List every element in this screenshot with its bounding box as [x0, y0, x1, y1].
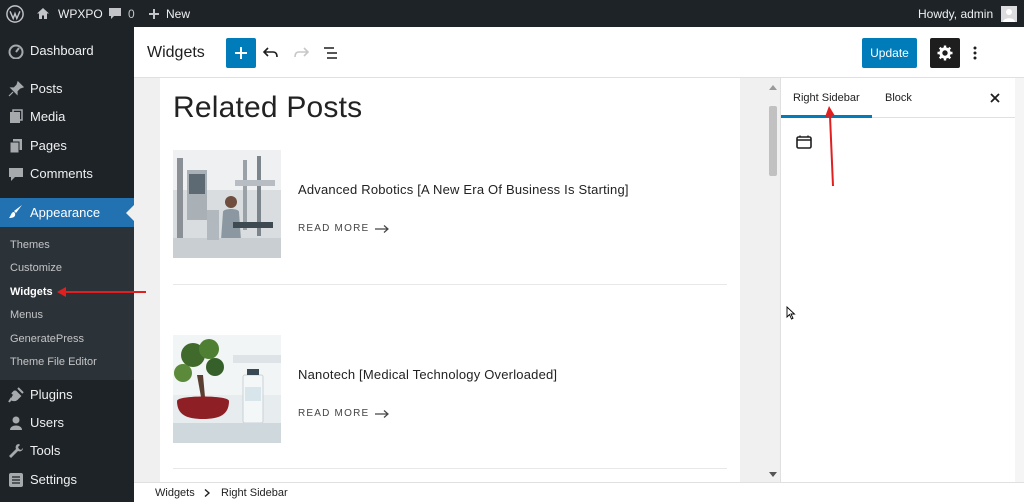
site-name: WPXPO: [58, 6, 103, 21]
sidebar-tabs: Right Sidebar Block: [781, 78, 1024, 118]
post-thumbnail-nanotech[interactable]: [173, 335, 281, 443]
add-block-button[interactable]: [226, 38, 256, 68]
dashboard-icon: [8, 44, 24, 59]
avatar: [1001, 5, 1018, 22]
settings-button[interactable]: [930, 38, 960, 68]
post-divider: [173, 468, 727, 469]
scroll-up-icon[interactable]: [769, 84, 777, 90]
close-icon[interactable]: [987, 90, 1003, 106]
redo-icon: [294, 47, 309, 58]
menu-label: Plugins: [30, 387, 73, 402]
menu-settings[interactable]: Settings: [0, 466, 134, 494]
menu-media[interactable]: Media: [0, 103, 134, 131]
menu-pages[interactable]: Pages: [0, 132, 134, 160]
tab-right-sidebar[interactable]: Right Sidebar: [793, 92, 860, 104]
undo-button[interactable]: [256, 38, 286, 68]
submenu-menus[interactable]: Menus: [10, 309, 43, 322]
admin-sidebar: Dashboard Posts Media Pages Comments App…: [0, 27, 134, 502]
submenu-widgets[interactable]: Widgets: [10, 286, 53, 299]
menu-appearance[interactable]: Appearance: [0, 198, 134, 227]
menu-label: Users: [30, 415, 64, 430]
user-icon: [10, 416, 22, 430]
settings-sidebar: Right Sidebar Block: [780, 78, 1024, 482]
wrench-icon: [9, 444, 23, 458]
editor-header: Widgets Update: [134, 27, 1024, 78]
submenu-generatepress[interactable]: GeneratePress: [10, 333, 84, 346]
arrow-right-icon: [375, 409, 390, 418]
menu-dashboard[interactable]: Dashboard: [0, 37, 134, 65]
canvas-scrollbar[interactable]: [766, 78, 780, 482]
submenu-themes[interactable]: Themes: [10, 239, 50, 252]
panel-scrollbar[interactable]: [1015, 78, 1024, 482]
read-more-link[interactable]: READ MORE: [298, 408, 390, 419]
admin-bar: WPXPO 0 New Howdy, admin: [0, 0, 1024, 27]
scroll-down-icon[interactable]: [769, 472, 777, 478]
breadcrumb-right-sidebar[interactable]: Right Sidebar: [221, 487, 288, 499]
wordpress-logo-icon[interactable]: [6, 0, 24, 27]
more-vertical-icon: [973, 46, 977, 60]
widget-canvas[interactable]: Related Posts Advanced Robotics [A New E…: [160, 78, 740, 482]
list-view-icon: [324, 47, 337, 59]
update-button[interactable]: Update: [862, 38, 917, 68]
post-thumbnail-robotics[interactable]: [173, 150, 281, 258]
comments-count: 0: [128, 6, 135, 21]
menu-label: Posts: [30, 81, 63, 96]
plus-icon: [149, 8, 159, 19]
chevron-right-icon: [204, 489, 210, 497]
menu-label: Settings: [30, 472, 77, 487]
pages-icon: [9, 139, 22, 154]
menu-label: Media: [30, 109, 66, 124]
menu-label: Tools: [30, 443, 61, 458]
new-label: New: [166, 6, 191, 21]
read-more-label: READ MORE: [298, 223, 370, 234]
arrow-right-icon: [375, 224, 390, 233]
plus-icon: [235, 47, 247, 59]
gear-icon: [937, 45, 953, 61]
read-more-link[interactable]: READ MORE: [298, 223, 390, 234]
media-icon: [10, 109, 23, 123]
new-content-link[interactable]: New: [148, 0, 190, 27]
comments-link[interactable]: 0: [108, 0, 135, 27]
menu-label: Pages: [30, 138, 67, 153]
pin-icon: [8, 81, 24, 97]
undo-icon: [263, 47, 278, 58]
comment-icon: [9, 168, 23, 181]
menu-plugins[interactable]: Plugins: [0, 381, 134, 409]
post-title-link[interactable]: Advanced Robotics [A New Era Of Business…: [298, 182, 629, 197]
menu-label: Dashboard: [30, 43, 94, 58]
breadcrumb: Widgets Right Sidebar: [134, 482, 1024, 502]
post-divider: [173, 284, 727, 285]
comment-icon: [109, 8, 121, 19]
scrollbar-thumb[interactable]: [769, 106, 777, 176]
settings-icon: [9, 473, 23, 487]
greeting: Howdy, admin: [918, 6, 994, 21]
menu-comments[interactable]: Comments: [0, 160, 134, 188]
annotation-arrow-widgets: [57, 287, 146, 297]
annotation-arrow-right-sidebar: [825, 106, 835, 187]
brush-icon: [9, 205, 22, 218]
read-more-label: READ MORE: [298, 408, 370, 419]
list-view-button[interactable]: [316, 38, 346, 68]
more-options-button[interactable]: [960, 38, 990, 68]
post-title-link[interactable]: Nanotech [Medical Technology Overloaded]: [298, 367, 557, 382]
appearance-submenu: Themes Customize Widgets Menus GenerateP…: [0, 227, 134, 380]
account-link[interactable]: Howdy, admin: [918, 0, 1018, 27]
breadcrumb-widgets[interactable]: Widgets: [155, 487, 195, 499]
menu-tools[interactable]: Tools: [0, 437, 134, 465]
tab-block[interactable]: Block: [885, 92, 912, 104]
widget-area-icon: [796, 135, 812, 149]
home-icon: [37, 8, 49, 19]
site-name-link[interactable]: WPXPO: [36, 0, 103, 27]
page-title: Widgets: [147, 44, 205, 61]
menu-label: Comments: [30, 166, 93, 181]
mouse-cursor-icon: [786, 306, 796, 320]
related-posts-heading[interactable]: Related Posts: [173, 91, 362, 125]
menu-users[interactable]: Users: [0, 409, 134, 437]
submenu-theme-file-editor[interactable]: Theme File Editor: [10, 356, 97, 369]
submenu-customize[interactable]: Customize: [10, 262, 62, 275]
redo-button[interactable]: [286, 38, 316, 68]
menu-label: Appearance: [30, 205, 101, 220]
plugin-icon: [8, 387, 24, 403]
menu-posts[interactable]: Posts: [0, 75, 134, 103]
